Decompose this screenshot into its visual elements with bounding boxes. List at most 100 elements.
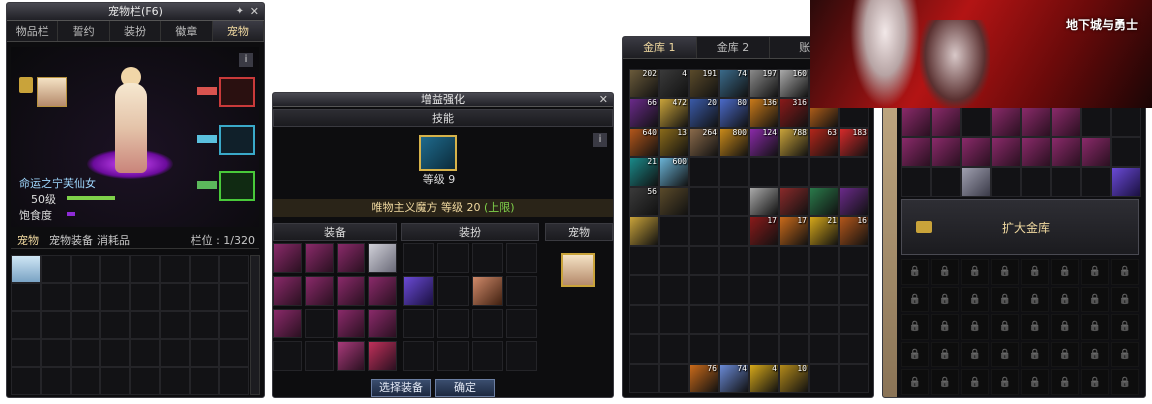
vault-slot[interactable] xyxy=(689,157,719,187)
vault-slot[interactable]: 66 xyxy=(629,98,659,128)
vault-slot[interactable] xyxy=(719,245,749,276)
vault-slot[interactable] xyxy=(659,304,689,335)
vault-slot[interactable] xyxy=(809,157,839,187)
pet-equip-slot-1[interactable] xyxy=(219,77,255,107)
vault-slot[interactable]: 788 xyxy=(779,127,809,158)
vault-slot[interactable] xyxy=(809,245,839,276)
vault-slot[interactable]: 4 xyxy=(659,69,689,99)
vault-slot[interactable]: 136 xyxy=(749,98,779,128)
vault-slot[interactable] xyxy=(809,186,839,217)
close-icon[interactable]: ✕ xyxy=(250,3,259,20)
close-icon[interactable]: ✕ xyxy=(599,93,608,106)
vault-slot[interactable] xyxy=(779,157,809,187)
vault-slot[interactable] xyxy=(749,186,779,217)
vault-slot[interactable] xyxy=(839,275,869,305)
info-icon[interactable]: i xyxy=(239,53,253,67)
vault-slot[interactable] xyxy=(749,334,779,364)
tab-oath[interactable]: 誓约 xyxy=(58,21,110,41)
pet-equip-slot-3[interactable] xyxy=(219,171,255,201)
vault-slot[interactable]: 20 xyxy=(689,98,719,128)
tab-vault-2[interactable]: 金库 2 xyxy=(697,37,771,58)
vault-slot[interactable]: 80 xyxy=(719,98,749,128)
vault-slot[interactable] xyxy=(689,334,719,364)
vault-slot[interactable] xyxy=(749,245,779,276)
vault-slot[interactable] xyxy=(779,186,809,217)
vault-slot[interactable]: 264 xyxy=(689,127,719,158)
vault-slot[interactable] xyxy=(839,363,869,393)
vault-slot[interactable]: 63 xyxy=(809,127,839,158)
vault-slot[interactable] xyxy=(629,275,659,305)
tab-avatar[interactable]: 装扮 xyxy=(110,21,162,41)
vault-slot[interactable] xyxy=(839,245,869,276)
vault-slot[interactable] xyxy=(659,275,689,305)
vault-slot[interactable]: 56 xyxy=(629,186,659,217)
vault-slot[interactable] xyxy=(659,186,689,217)
vault-slot[interactable] xyxy=(809,304,839,335)
vault-slot[interactable] xyxy=(719,334,749,364)
expand-vault-button[interactable]: 扩大金库 xyxy=(901,199,1139,255)
vault-slot[interactable] xyxy=(839,186,869,217)
vault-slot[interactable] xyxy=(779,245,809,276)
vault-slot[interactable] xyxy=(809,363,839,393)
pet-window-titlebar[interactable]: 宠物栏(F6) ✦ ✕ xyxy=(7,3,264,21)
vault-slot[interactable] xyxy=(659,363,689,393)
vault-slot[interactable] xyxy=(629,245,659,276)
tab-pet-list[interactable]: 宠物 xyxy=(17,232,39,248)
pet-list-slot-filled[interactable] xyxy=(11,255,41,283)
vault-slot[interactable]: 640 xyxy=(629,127,659,158)
vault-slot[interactable]: 16 xyxy=(839,216,869,246)
vault-slot[interactable] xyxy=(779,304,809,335)
vault-slot[interactable] xyxy=(689,245,719,276)
vault-slot[interactable] xyxy=(689,275,719,305)
select-equip-button[interactable]: 选择装备 xyxy=(371,379,431,397)
vault-slot[interactable] xyxy=(719,216,749,246)
tab-emblem[interactable]: 徽章 xyxy=(161,21,213,41)
tab-pet-equip[interactable]: 宠物装备 xyxy=(49,232,93,248)
tab-consumable[interactable]: 消耗品 xyxy=(97,232,130,248)
vault-slot[interactable]: 202 xyxy=(629,69,659,99)
vault-slot[interactable]: 472 xyxy=(659,98,689,128)
vault-slot[interactable]: 316 xyxy=(779,98,809,128)
vault-slot[interactable]: 21 xyxy=(629,157,659,187)
tab-vault-1[interactable]: 金库 1 xyxy=(623,37,697,58)
pet-list-scrollbar[interactable] xyxy=(250,255,260,395)
vault-slot[interactable] xyxy=(689,186,719,217)
pet-enhance-slot[interactable] xyxy=(561,253,595,287)
vault-slot[interactable] xyxy=(659,334,689,364)
skill-icon[interactable] xyxy=(419,135,457,171)
confirm-button[interactable]: 确定 xyxy=(435,379,495,397)
vault-slot[interactable] xyxy=(719,157,749,187)
pet-slot[interactable] xyxy=(37,77,67,107)
vault-slot[interactable]: 191 xyxy=(689,69,719,99)
vault-slot[interactable] xyxy=(689,216,719,246)
vault-slot[interactable] xyxy=(839,334,869,364)
vault-slot[interactable] xyxy=(659,216,689,246)
vault-slot[interactable]: 17 xyxy=(779,216,809,246)
vault-slot[interactable]: 4 xyxy=(749,363,779,393)
vault-slot[interactable]: 183 xyxy=(839,127,869,158)
vault-slot[interactable] xyxy=(839,157,869,187)
vault-slot[interactable] xyxy=(659,245,689,276)
info-icon[interactable]: i xyxy=(593,133,607,147)
vault-slot[interactable] xyxy=(719,186,749,217)
vault-slot[interactable] xyxy=(839,304,869,335)
vault-slot[interactable] xyxy=(749,157,779,187)
vault-slot[interactable]: 74 xyxy=(719,69,749,99)
vault-slot[interactable]: 10 xyxy=(779,363,809,393)
tab-pet[interactable]: 宠物 xyxy=(212,21,264,41)
vault-slot[interactable] xyxy=(809,334,839,364)
vault-slot[interactable]: 76 xyxy=(689,363,719,393)
vault-slot[interactable]: 13 xyxy=(659,127,689,158)
vault-slot[interactable]: 17 xyxy=(749,216,779,246)
vault-slot[interactable] xyxy=(719,304,749,335)
tab-inventory[interactable]: 物品栏 xyxy=(7,21,59,41)
vault-slot[interactable] xyxy=(629,334,659,364)
vault-slot[interactable] xyxy=(629,304,659,335)
vault-slot[interactable]: 197 xyxy=(749,69,779,99)
vault-slot[interactable] xyxy=(689,304,719,335)
vault-slot[interactable] xyxy=(749,304,779,335)
enhance-window-titlebar[interactable]: 增益强化 ✕ xyxy=(273,93,613,107)
vault-slot[interactable] xyxy=(749,275,779,305)
vault-slot[interactable]: 160 xyxy=(779,69,809,99)
vault-slot[interactable]: 124 xyxy=(749,127,779,158)
